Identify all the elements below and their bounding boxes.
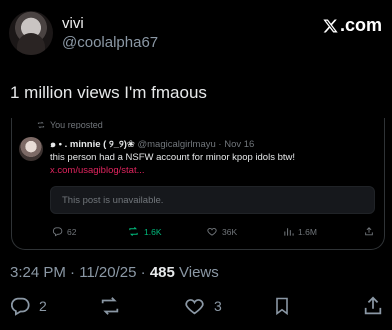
quote-reply-count: 62 bbox=[67, 226, 77, 237]
repost-button[interactable] bbox=[98, 295, 122, 317]
quote-stats-bar: 62 1.6K 36K 1.6M bbox=[52, 226, 374, 238]
quote-views-stat[interactable]: 1.6M bbox=[283, 226, 317, 237]
share-icon bbox=[365, 227, 373, 236]
display-name[interactable]: vivi bbox=[62, 15, 84, 32]
quote-author-name[interactable]: ๑ • . minnie ( ୨_୨)❀ bbox=[50, 139, 135, 150]
timestamp-text[interactable]: 3:24 PM · 11/20/25 · bbox=[10, 264, 150, 281]
share-icon bbox=[364, 296, 382, 315]
user-handle[interactable]: @coolalpha67 bbox=[62, 34, 158, 51]
x-logo-icon bbox=[323, 19, 338, 32]
analytics-icon bbox=[284, 228, 294, 236]
quote-author-handle[interactable]: @magicalgirlmayu bbox=[137, 139, 215, 150]
quote-author-avatar[interactable] bbox=[19, 137, 43, 161]
reply-count: 2 bbox=[39, 298, 47, 314]
quote-like-count: 36K bbox=[222, 226, 238, 237]
quote-repost-stat[interactable]: 1.6K bbox=[127, 226, 162, 237]
tweet-timestamp: 3:24 PM · 11/20/25 · 485 Views bbox=[10, 264, 219, 281]
like-count: 3 bbox=[214, 298, 222, 314]
quote-body: this person had a NSFW account for minor… bbox=[50, 152, 296, 163]
brand-text: .com bbox=[339, 15, 382, 35]
reply-icon bbox=[10, 297, 30, 316]
quote-repost-count: 1.6K bbox=[144, 226, 162, 237]
reposted-label: You reposted bbox=[50, 121, 103, 129]
quote-link[interactable]: x.com/usagiblog/stat... bbox=[50, 165, 145, 176]
quote-share-button[interactable] bbox=[364, 226, 374, 237]
tweet-actions-bar: 2 3 bbox=[0, 293, 392, 319]
quote-date[interactable]: Nov 16 bbox=[224, 139, 254, 150]
repost-icon bbox=[37, 121, 45, 129]
heart-icon bbox=[207, 228, 217, 236]
avatar[interactable] bbox=[9, 11, 53, 55]
quote-view-count: 1.6M bbox=[298, 226, 317, 237]
reply-button[interactable]: 2 bbox=[9, 295, 47, 317]
like-button[interactable]: 3 bbox=[183, 295, 222, 317]
quote-header: ๑ • . minnie ( ୨_୨)❀ @magicalgirlmayu · … bbox=[50, 137, 254, 152]
reply-icon bbox=[52, 227, 63, 237]
share-button[interactable] bbox=[362, 295, 384, 317]
repost-icon bbox=[101, 297, 119, 315]
quote-separator: · bbox=[215, 139, 225, 150]
bookmark-button[interactable] bbox=[272, 295, 292, 317]
heart-icon bbox=[185, 299, 204, 315]
unavailable-post-notice: This post is unavailable. bbox=[50, 186, 375, 214]
views-count: 485 bbox=[149, 264, 175, 281]
bookmark-icon bbox=[276, 297, 288, 316]
quote-reply-stat[interactable]: 62 bbox=[52, 226, 76, 237]
reposted-indicator: You reposted bbox=[36, 121, 103, 129]
brand-logo: .com bbox=[322, 15, 382, 36]
tweet-text: 1 million views I'm fmaous bbox=[10, 83, 207, 102]
views-label: Views bbox=[174, 264, 219, 281]
quote-like-stat[interactable]: 36K bbox=[206, 226, 237, 237]
repost-icon bbox=[129, 227, 138, 236]
